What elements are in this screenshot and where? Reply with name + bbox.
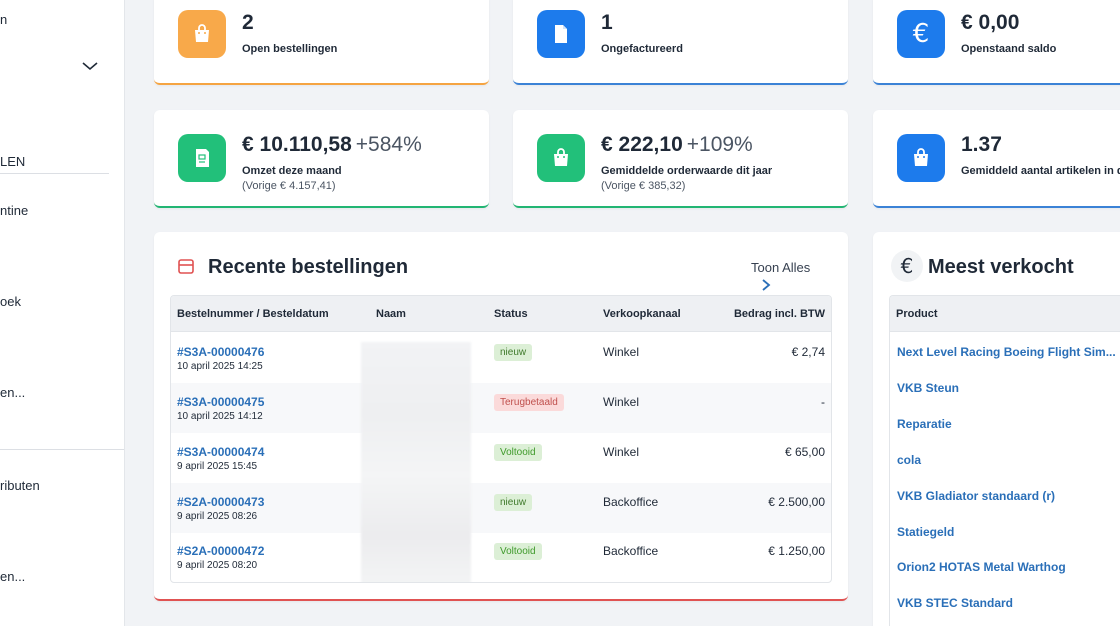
product-link[interactable]: VKB Gladiator standaard (r) [897,489,1055,503]
stat-value: 1 [601,11,613,34]
shopping-bag-icon [537,134,585,182]
show-all-link[interactable]: Toon Alles [751,260,810,275]
column-header-amount[interactable]: Bedrag incl. BTW [734,308,825,320]
product-link[interactable]: Reparatie [897,417,952,431]
shopping-bag-icon [178,10,226,58]
shopping-bag-icon [897,134,945,182]
order-amount: € 1.250,00 [768,544,825,558]
order-date: 10 april 2025 14:25 [177,361,263,372]
stat-value: 2 [242,11,254,34]
product-link[interactable]: Next Level Racing Boeing Flight Sim... [897,345,1116,359]
table-row[interactable]: #S2A-00000472 9 april 2025 08:20 Voltooi… [171,532,831,582]
order-number-link[interactable]: #S2A-00000473 [177,495,264,509]
receipt-icon [178,134,226,182]
sidebar-divider [0,173,109,174]
table-row[interactable]: #S3A-00000474 9 april 2025 15:45 Voltooi… [171,433,831,483]
sales-channel: Backoffice [603,544,659,558]
order-amount: € 65,00 [784,445,825,459]
status-badge: nieuw [494,494,533,511]
stat-value: € 222,10 +109% [601,133,753,156]
stat-value: 1.37 [961,133,1002,156]
order-date: 9 april 2025 15:45 [177,461,258,472]
document-icon [537,10,585,58]
table-header: Product [890,296,1120,332]
stat-previous: (Vorige € 385,32) [601,180,686,192]
sidebar-item-6[interactable]: en... [0,569,25,584]
column-header-status[interactable]: Status [494,308,528,320]
sales-channel: Winkel [603,395,640,409]
status-badge: Voltooid [494,543,542,560]
stat-card-avg-order[interactable]: € 222,10 +109% Gemiddelde orderwaarde dit… [513,110,848,208]
table-row[interactable]: #S3A-00000476 10 april 2025 14:25 nieuw … [171,333,831,383]
stat-label: Openstaand saldo [961,43,1057,55]
order-date: 10 april 2025 14:12 [177,411,263,422]
euro-icon: € [897,10,945,58]
product-link[interactable]: VKB Steun [897,381,959,395]
product-link[interactable]: Orion2 HOTAS Metal Warthog [897,560,1066,574]
best-sellers-panel: € Meest verkocht Product Next Level Raci… [873,232,1120,626]
stat-card-balance[interactable]: € € 0,00 Openstaand saldo [873,0,1120,85]
sidebar-item-1[interactable]: n [0,12,7,27]
box-icon [178,259,194,274]
stat-value: € 10.110,58 +584% [242,133,422,156]
status-badge: Terugbetaald [494,394,564,411]
sidebar: n LEN ntine oek en... ributen en... [0,0,125,626]
stat-change: +584% [355,133,422,156]
status-badge: nieuw [494,344,533,361]
stat-previous: (Vorige € 4.157,41) [242,180,336,192]
best-sellers-title: Meest verkocht [928,256,1074,278]
stat-change: +109% [686,133,753,156]
status-badge: Voltooid [494,444,542,461]
recent-orders-panel: Recente bestellingen Toon Alles Bestelnu… [154,232,848,601]
recent-orders-title: Recente bestellingen [208,256,409,278]
stat-label: Omzet deze maand [242,165,342,177]
order-amount: € 2,74 [791,345,825,359]
stat-label: Ongefactureerd [601,43,683,55]
chevron-down-icon[interactable] [80,56,100,76]
order-amount: € 2.500,00 [768,495,825,509]
product-link[interactable]: cola [897,453,921,467]
stat-label: Gemiddelde orderwaarde dit jaar [601,165,773,177]
sidebar-item-2[interactable]: ntine [0,203,28,218]
product-link[interactable]: VKB STEC Standard [897,596,1013,610]
sales-channel: Winkel [603,345,640,359]
order-date: 9 april 2025 08:26 [177,511,258,522]
sidebar-divider [0,449,124,450]
order-number-link[interactable]: #S3A-00000476 [177,345,264,359]
sidebar-item-3[interactable]: oek [0,294,21,309]
stat-card-uninvoiced[interactable]: 1 Ongefactureerd [513,0,848,85]
order-date: 9 april 2025 08:20 [177,560,258,571]
recent-orders-table: Bestelnummer / Besteldatum Naam Status V… [170,295,832,583]
chevron-right-icon[interactable] [760,278,772,292]
table-row[interactable]: #S3A-00000475 10 april 2025 14:12 Terugb… [171,383,831,433]
sidebar-item-4[interactable]: en... [0,385,25,400]
stat-value: € 0,00 [961,11,1020,34]
sidebar-item-5[interactable]: ributen [0,478,40,493]
redacted-customer-names [361,342,471,582]
column-header-name[interactable]: Naam [376,308,406,320]
stat-card-revenue[interactable]: € 10.110,58 +584% Omzet deze maand (Vorig… [154,110,489,208]
order-amount: - [821,395,825,409]
table-header: Bestelnummer / Besteldatum Naam Status V… [171,296,831,332]
order-number-link[interactable]: #S3A-00000474 [177,445,264,459]
column-header-order[interactable]: Bestelnummer / Besteldatum [177,308,329,320]
order-number-link[interactable]: #S3A-00000475 [177,395,264,409]
column-header-channel[interactable]: Verkoopkanaal [603,308,681,320]
euro-icon: € [891,250,923,282]
stat-card-open-orders[interactable]: 2 Open bestellingen [154,0,489,85]
sales-channel: Winkel [603,445,640,459]
sales-channel: Backoffice [603,495,659,509]
column-header-product[interactable]: Product [896,308,938,320]
table-row[interactable]: #S2A-00000473 9 april 2025 08:26 nieuw B… [171,483,831,533]
sidebar-section-label: LEN [0,154,26,169]
order-number-link[interactable]: #S2A-00000472 [177,544,264,558]
stat-card-avg-items[interactable]: 1.37 Gemiddeld aantal artikelen in de [873,110,1120,208]
stat-label: Gemiddeld aantal artikelen in de [961,165,1120,177]
stat-label: Open bestellingen [242,43,338,55]
product-link[interactable]: Statiegeld [897,525,954,539]
